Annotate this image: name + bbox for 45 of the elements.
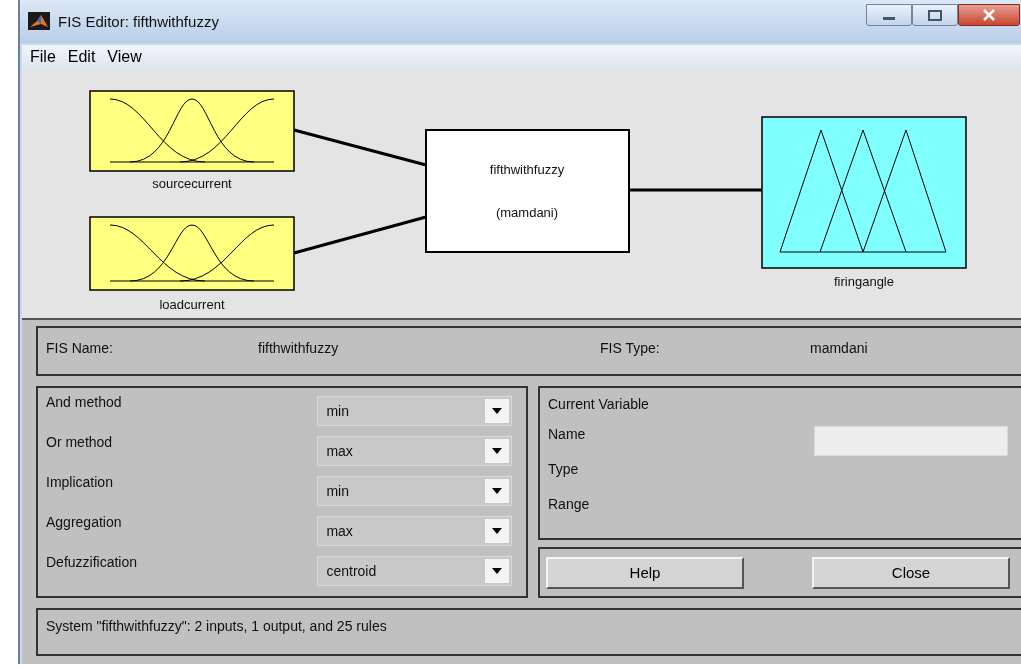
system-node[interactable] — [425, 129, 630, 253]
maximize-button[interactable] — [912, 4, 958, 26]
input-variable-label: sourcecurrent — [152, 176, 232, 191]
window-title: FIS Editor: fifthwithfuzzy — [58, 12, 219, 30]
system-name: fifthwithfuzzy — [489, 162, 565, 177]
fis-name-value: fifthwithfuzzy — [258, 340, 339, 356]
close-icon — [982, 9, 996, 21]
menu-item[interactable]: View — [107, 48, 142, 67]
input-variable-node[interactable] — [89, 90, 295, 172]
method-dropdown[interactable]: min — [317, 476, 512, 506]
method-dropdown[interactable]: max — [317, 436, 512, 466]
output-variable-node[interactable] — [761, 116, 967, 269]
method-label: And method — [46, 394, 123, 410]
output-variable-label: firingangle — [834, 274, 894, 289]
method-dropdown[interactable]: max — [317, 516, 512, 546]
caret-icon — [492, 528, 502, 534]
caret-icon — [492, 448, 502, 454]
method-label: Defuzzification — [46, 554, 139, 570]
variable-field-label: Name — [548, 426, 586, 442]
caret-icon — [492, 568, 502, 574]
menu-item[interactable]: Edit — [67, 48, 96, 67]
minimize-button[interactable] — [866, 4, 912, 26]
fis-type-value: mamdani — [810, 340, 868, 356]
close-button[interactable] — [958, 4, 1020, 26]
method-label: Aggregation — [46, 514, 123, 530]
input-variable-label: loadcurrent — [159, 297, 225, 312]
system-type: (mamdani) — [495, 205, 559, 220]
method-label: Or method — [46, 434, 114, 450]
fis-type-label: FIS Type: — [600, 340, 660, 356]
status-text: System "fifthwithfuzzy": 2 inputs, 1 output, and 25 rules — [46, 618, 387, 634]
fis-name-label: FIS Name: — [46, 340, 113, 356]
method-dropdown[interactable]: centroid — [317, 556, 512, 586]
close-button[interactable]: Close — [812, 556, 1010, 589]
method-label: Implication — [46, 474, 114, 490]
name-input-field[interactable] — [814, 426, 1008, 456]
variable-field-label: Type — [548, 461, 579, 477]
variable-field-label: Range — [548, 496, 590, 512]
help-button[interactable]: Help — [546, 556, 744, 589]
caret-icon — [492, 408, 502, 414]
app-icon — [28, 12, 50, 31]
panel-title: Current Variable — [548, 396, 650, 412]
input-variable-node[interactable] — [89, 216, 295, 291]
menu-item[interactable]: File — [30, 48, 56, 67]
caret-icon — [492, 488, 502, 494]
method-dropdown[interactable]: min — [317, 396, 512, 426]
